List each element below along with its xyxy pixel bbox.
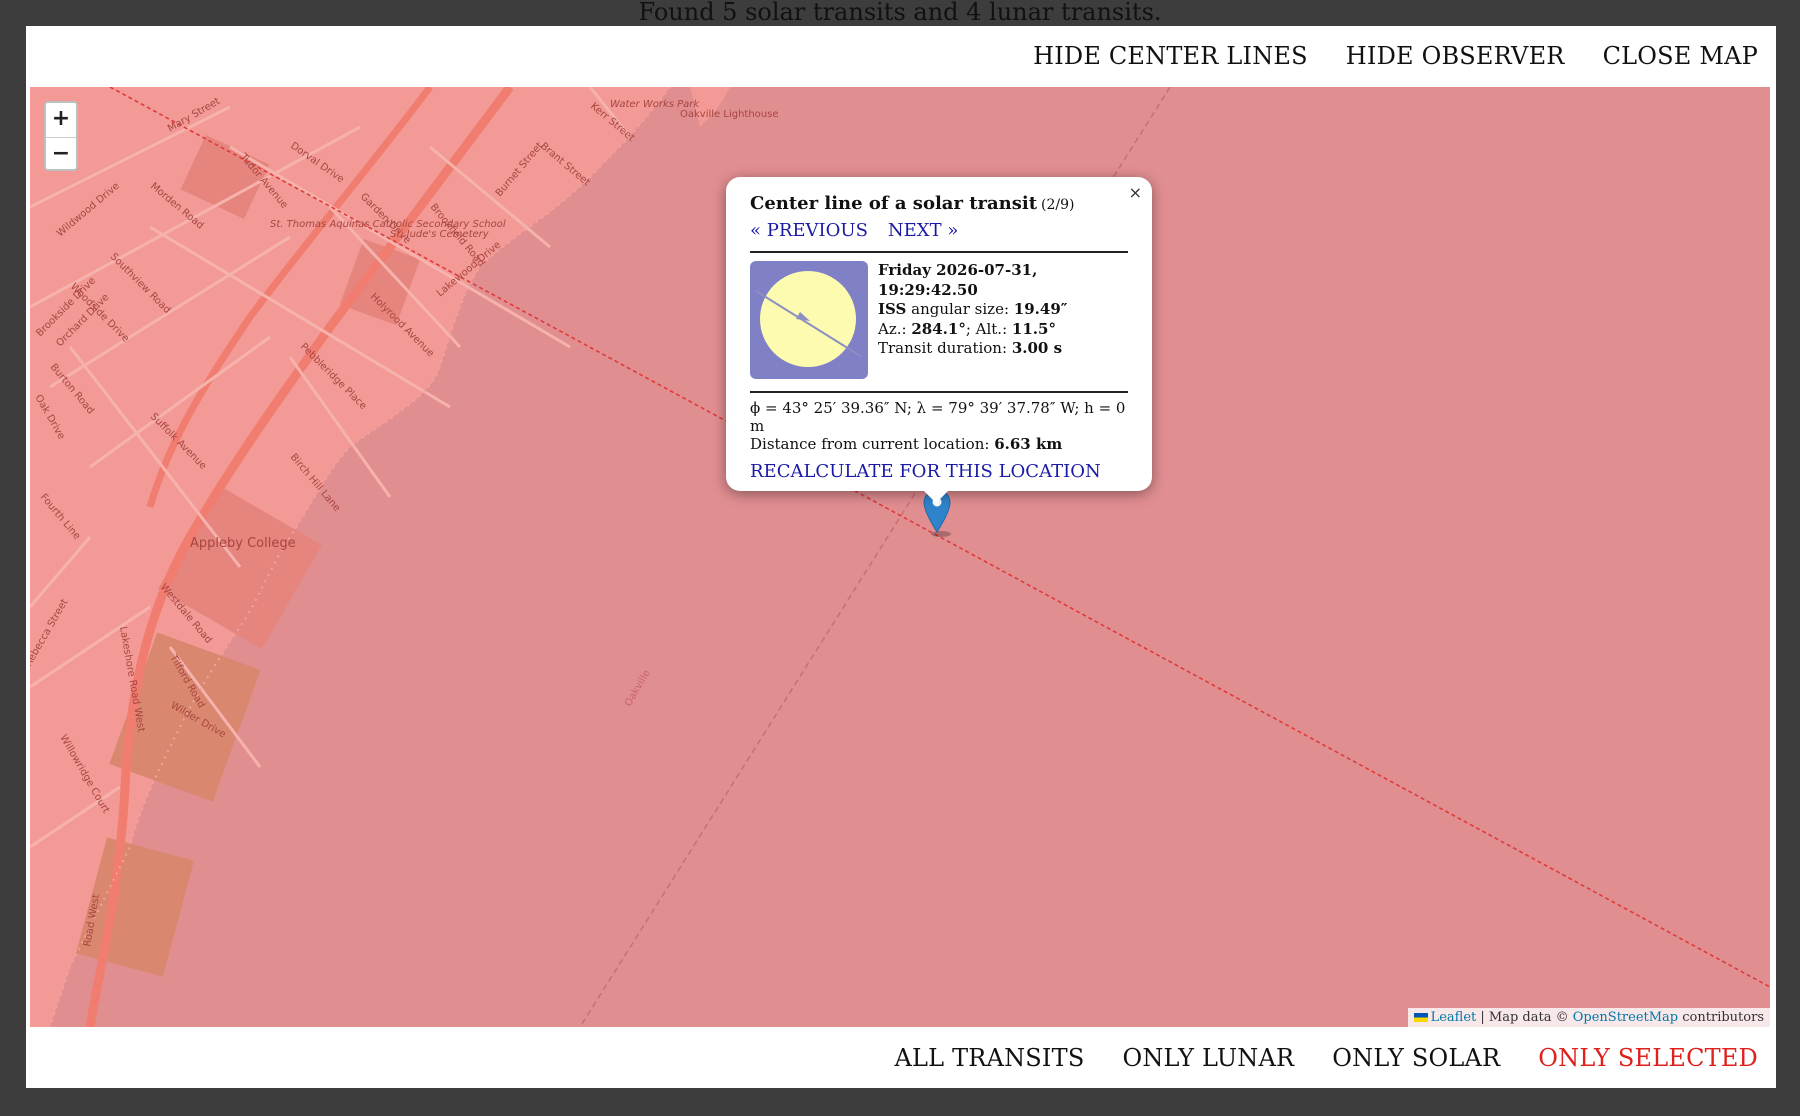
distance-value: 6.63 km	[994, 435, 1063, 453]
popup-title: Center line of a solar transit (2/9)	[750, 193, 1128, 214]
alt-value: 11.5°	[1011, 319, 1056, 338]
angular-size-value: 19.49″	[1013, 300, 1068, 318]
leaflet-link[interactable]: Leaflet	[1431, 1010, 1477, 1025]
popup-divider-top	[750, 251, 1128, 253]
next-link[interactable]: NEXT »	[888, 220, 958, 241]
popup-counter: (2/9)	[1041, 197, 1075, 213]
ukraine-flag-icon	[1413, 1013, 1428, 1022]
angular-size-label: angular size:	[911, 300, 1010, 318]
openstreetmap-link[interactable]: OpenStreetMap	[1573, 1010, 1678, 1025]
map-label-oakville: Oakville	[623, 668, 653, 708]
transit-popup: × Center line of a solar transit (2/9) « …	[726, 177, 1152, 491]
duration-value: 3.00 s	[1011, 339, 1063, 357]
az-value: 284.1°	[911, 319, 966, 338]
map-label-appleby-college: Appleby College	[190, 536, 296, 551]
az-label: Az.:	[878, 319, 907, 338]
hide-observer-button[interactable]: HIDE OBSERVER	[1346, 42, 1565, 70]
map-attribution: Leaflet | Map data © OpenStreetMap contr…	[1407, 1008, 1770, 1027]
popup-divider-bottom	[750, 391, 1128, 393]
filter-only-solar[interactable]: ONLY SOLAR	[1332, 1044, 1500, 1072]
previous-link[interactable]: « PREVIOUS	[750, 220, 868, 241]
map-label-oakville-lighthouse: Oakville Lighthouse	[680, 109, 779, 120]
body-name: ISS	[878, 300, 907, 318]
attribution-suffix: contributors	[1682, 1010, 1764, 1025]
transit-preview-icon	[750, 261, 868, 379]
leaflet-map[interactable]: Mary Street Dorval Drive Tudor Avenue Mo…	[30, 87, 1770, 1027]
map-top-toolbar: HIDE CENTER LINES HIDE OBSERVER CLOSE MA…	[26, 26, 1776, 86]
recalculate-link[interactable]: RECALCULATE FOR THIS LOCATION	[750, 461, 1128, 482]
distance-row: Distance from current location: 6.63 km	[750, 435, 1128, 453]
zoom-in-button[interactable]: +	[46, 103, 76, 138]
filter-all-transits[interactable]: ALL TRANSITS	[894, 1044, 1084, 1072]
location-coords: ϕ = 43° 25′ 39.36″ N; λ = 79° 39′ 37.78″…	[750, 399, 1126, 435]
duration-row: Transit duration: 3.00 s	[878, 339, 1128, 359]
popup-details: Friday 2026-07-31, 19:29:42.50 ISS angul…	[750, 261, 1128, 381]
popup-close-button[interactable]: ×	[1129, 183, 1142, 202]
filter-only-lunar[interactable]: ONLY LUNAR	[1122, 1044, 1294, 1072]
attribution-separator: | Map data ©	[1480, 1010, 1569, 1025]
transit-info: Friday 2026-07-31, 19:29:42.50 ISS angul…	[878, 261, 1128, 381]
transit-filter-bar: ALL TRANSITS ONLY LUNAR ONLY SOLAR ONLY …	[26, 1028, 1776, 1088]
filter-only-selected[interactable]: ONLY SELECTED	[1538, 1044, 1758, 1072]
popup-tip	[922, 489, 950, 503]
zoom-control: + −	[44, 101, 78, 171]
zoom-out-button[interactable]: −	[46, 138, 76, 172]
popup-title-text: Center line of a solar transit	[750, 193, 1038, 214]
alt-label: ; Alt.:	[965, 319, 1008, 338]
transit-summary-text: Found 5 solar transits and 4 lunar trans…	[638, 0, 1162, 26]
map-label-st-judes: St. Jude's Cemetery	[390, 229, 490, 240]
map-modal: HIDE CENTER LINES HIDE OBSERVER CLOSE MA…	[26, 26, 1776, 1088]
transit-datetime: Friday 2026-07-31, 19:29:42.50	[878, 261, 1038, 299]
distance-label: Distance from current location:	[750, 435, 990, 453]
duration-label: Transit duration:	[878, 339, 1008, 357]
angular-size-row: ISS angular size: 19.49″	[878, 300, 1128, 320]
popup-nav: « PREVIOUS NEXT »	[750, 220, 1128, 241]
az-alt-row: Az.: 284.1°; Alt.: 11.5°	[878, 320, 1128, 340]
close-map-button[interactable]: CLOSE MAP	[1603, 42, 1758, 70]
hide-center-lines-button[interactable]: HIDE CENTER LINES	[1033, 42, 1308, 70]
